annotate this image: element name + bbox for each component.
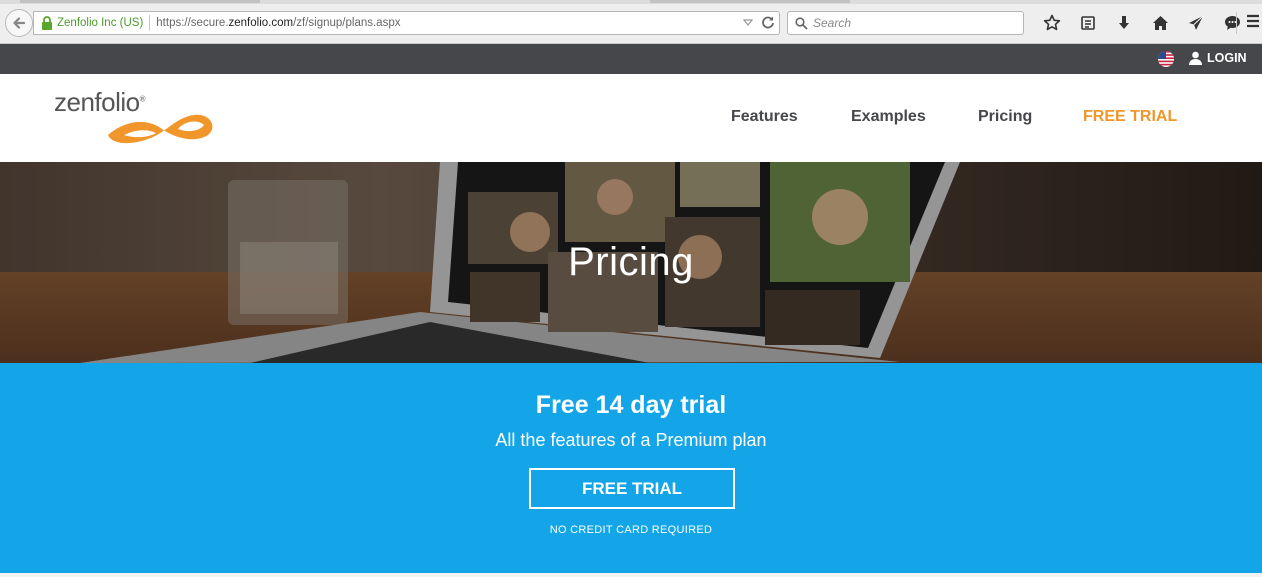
address-bar[interactable]: Zenfolio Inc (US) https://secure.zenfoli… [33, 11, 780, 35]
chat-icon [1224, 16, 1240, 30]
back-button[interactable] [5, 9, 33, 37]
url-domain: zenfolio.com [228, 17, 294, 29]
menu-icon [1247, 14, 1259, 28]
utility-bar [0, 44, 1262, 74]
divider [149, 15, 151, 31]
trial-title: Free 14 day trial [535, 391, 727, 419]
zenfolio-logo[interactable]: zenfolio® [52, 83, 222, 153]
us-flag-icon[interactable] [1158, 51, 1174, 67]
browser-toolbar: Zenfolio Inc (US) https://secure.zenfoli… [0, 0, 1262, 44]
download-button[interactable] [1106, 12, 1142, 34]
reading-list-button[interactable] [1070, 12, 1106, 34]
free-trial-button[interactable]: FREE TRIAL [529, 468, 735, 509]
arrow-left-icon [13, 17, 26, 29]
home-icon [1152, 16, 1168, 30]
trial-subtitle: All the features of a Premium plan [495, 430, 767, 450]
nav-features[interactable]: Features [731, 108, 798, 126]
site-header: zenfolio® Features Examples Pricing FREE… [0, 74, 1262, 162]
star-icon [1043, 14, 1061, 31]
share-icon [1189, 15, 1204, 30]
url-prefix: https://secure. [156, 17, 229, 29]
home-button[interactable] [1142, 12, 1178, 34]
reload-icon[interactable] [761, 15, 775, 29]
user-icon [1189, 51, 1202, 65]
tab-edge[interactable] [650, 0, 850, 3]
page-title: Pricing [568, 240, 694, 284]
tab-edge[interactable] [20, 0, 260, 3]
page-bottom-edge [0, 573, 1262, 577]
reading-list-icon [1081, 16, 1095, 30]
menu-button[interactable] [1246, 14, 1260, 33]
download-icon [1119, 16, 1129, 29]
share-button[interactable] [1178, 12, 1214, 34]
nav-pricing[interactable]: Pricing [978, 108, 1032, 126]
search-icon [795, 16, 808, 30]
tab-strip [0, 0, 1262, 4]
nav-examples[interactable]: Examples [851, 108, 926, 126]
nav-free-trial[interactable]: FREE TRIAL [1083, 108, 1177, 126]
search-placeholder: Search [813, 16, 852, 30]
url-actions [742, 15, 775, 29]
bookmark-star-button[interactable] [1034, 12, 1070, 34]
logo-swirl-icon [108, 114, 213, 144]
trial-section: Free 14 day trial All the features of a … [0, 363, 1262, 573]
url-path: /zf/signup/plans.aspx [293, 17, 401, 29]
lock-icon [42, 16, 52, 30]
chat-button[interactable] [1214, 12, 1250, 34]
url-text[interactable]: https://secure.zenfolio.com/zf/signup/pl… [156, 17, 400, 29]
divider [1236, 12, 1237, 34]
site-identity[interactable]: Zenfolio Inc (US) [57, 17, 143, 29]
search-bar[interactable]: Search [787, 11, 1024, 35]
login-link[interactable]: LOGIN [1189, 51, 1247, 65]
login-label: LOGIN [1207, 51, 1247, 65]
toolbar-icons [1034, 12, 1250, 34]
no-credit-card-note: NO CREDIT CARD REQUIRED [549, 524, 713, 536]
logo-reg-mark: ® [139, 94, 146, 104]
dropdown-icon[interactable] [742, 16, 754, 28]
hero-banner: Pricing [0, 162, 1262, 363]
